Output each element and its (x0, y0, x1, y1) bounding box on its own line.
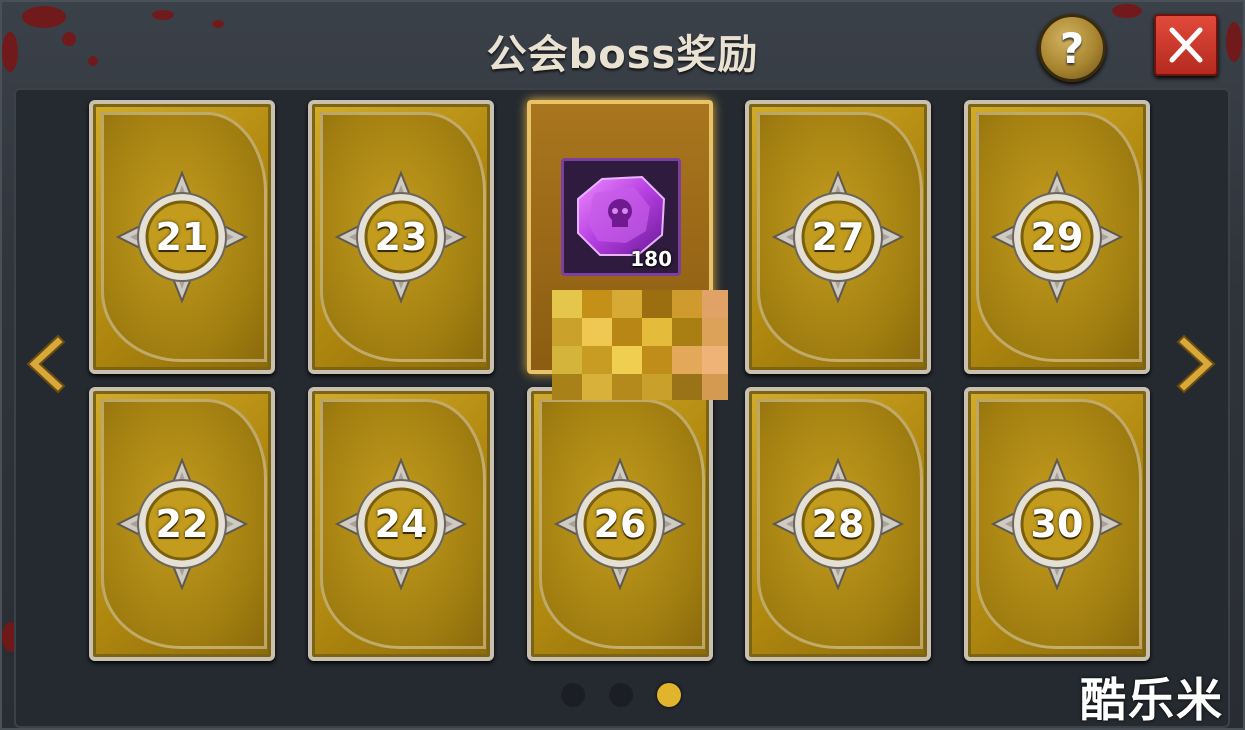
medal-badge-icon: 23 (333, 169, 469, 305)
reward-card[interactable]: 28 (745, 387, 931, 661)
reward-card[interactable]: 22 (89, 387, 275, 661)
medal-badge-icon: 22 (114, 456, 250, 592)
prev-page-arrow-icon[interactable] (18, 330, 70, 398)
card-number: 21 (155, 215, 209, 259)
card-number: 23 (374, 215, 428, 259)
card-number: 28 (811, 502, 865, 546)
reward-card[interactable]: 27 (745, 100, 931, 374)
pagination-dot[interactable] (561, 683, 585, 707)
censored-mosaic (552, 290, 728, 400)
close-button[interactable] (1154, 14, 1218, 76)
reward-card[interactable]: 29 (964, 100, 1150, 374)
card-number: 26 (593, 502, 647, 546)
card-number: 27 (811, 215, 865, 259)
blood-splatter (152, 10, 174, 20)
watermark-logo: 酷乐米 (1080, 673, 1224, 727)
medal-badge-icon: 27 (770, 169, 906, 305)
reward-card[interactable]: 26 (527, 387, 713, 661)
reward-card[interactable]: 30 (964, 387, 1150, 661)
reward-card[interactable]: 21 (89, 100, 275, 374)
medal-badge-icon: 29 (989, 169, 1125, 305)
pagination-dots (561, 681, 691, 709)
reward-card[interactable]: 24 (308, 387, 494, 661)
medal-badge-icon: 26 (552, 456, 688, 592)
card-number: 22 (155, 502, 209, 546)
reward-card[interactable]: 23 (308, 100, 494, 374)
next-page-arrow-icon[interactable] (1172, 330, 1224, 398)
close-icon (1169, 27, 1203, 63)
help-label: ? (1059, 23, 1085, 73)
reward-item-count: 180 (630, 247, 672, 271)
pagination-dot[interactable] (657, 683, 681, 707)
medal-badge-icon: 28 (770, 456, 906, 592)
medal-badge-icon: 30 (989, 456, 1125, 592)
pagination-dot[interactable] (609, 683, 633, 707)
medal-badge-icon: 21 (114, 169, 250, 305)
blood-splatter (1112, 4, 1142, 18)
help-button[interactable]: ? (1038, 14, 1106, 82)
card-number: 24 (374, 502, 428, 546)
reward-item-slot[interactable]: 180 (561, 158, 681, 276)
card-number: 29 (1030, 215, 1084, 259)
medal-badge-icon: 24 (333, 456, 469, 592)
card-number: 30 (1030, 502, 1084, 546)
